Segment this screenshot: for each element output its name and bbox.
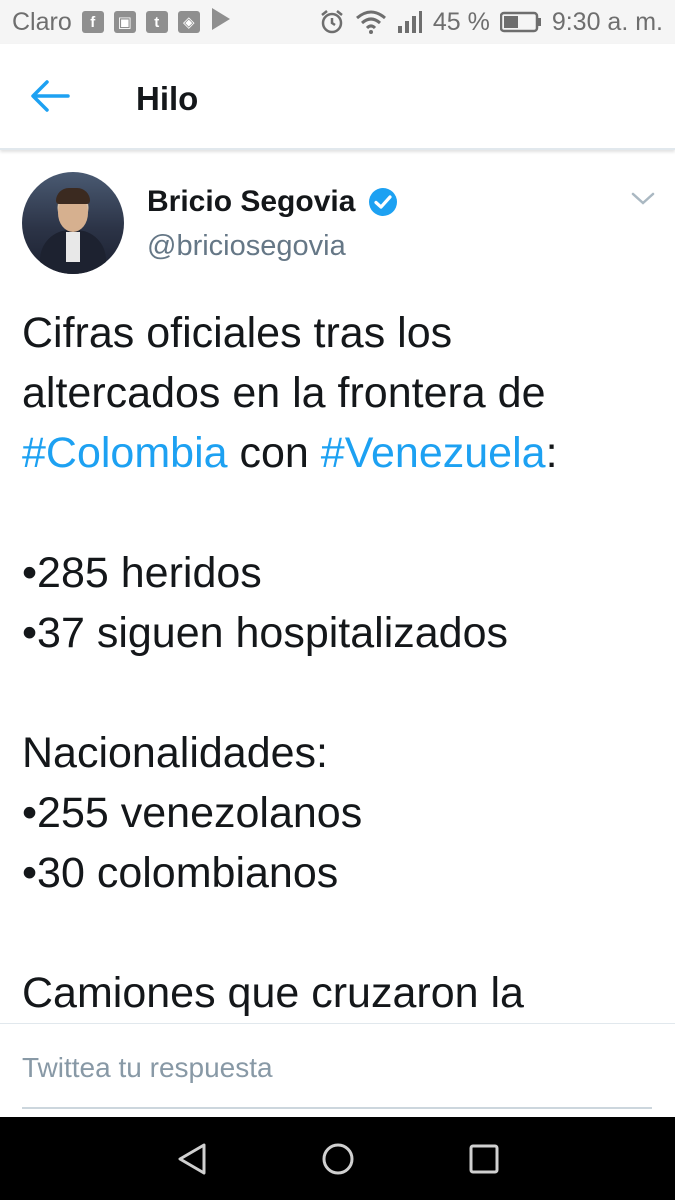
tweet-line: •285 heridos	[22, 549, 262, 597]
tweet-line: Cifras oficiales tras los	[22, 309, 453, 357]
tweet-line: •30 colombianos	[22, 849, 339, 897]
shield-icon: ◈	[177, 11, 200, 33]
carrier-label: Claro	[12, 7, 72, 36]
play-store-icon	[210, 7, 232, 38]
system-nav-bar	[0, 1117, 675, 1200]
battery-percent: 45 %	[432, 7, 490, 36]
wifi-icon	[355, 10, 387, 34]
verified-badge-icon	[368, 187, 398, 222]
status-bar: Claro f ▣ t ◈ 45 % 9:30 a. m.	[0, 0, 675, 44]
nav-back-icon[interactable]	[174, 1141, 210, 1177]
tweet-line: •255 venezolanos	[22, 789, 363, 837]
page-title: Hilo	[136, 80, 199, 117]
tweet-line: #Colombia con #Venezuela:	[22, 423, 662, 483]
author-handle[interactable]: @briciosegovia	[147, 230, 346, 263]
facebook-icon: f	[81, 11, 104, 33]
alarm-icon	[319, 9, 345, 35]
nav-recents-icon[interactable]	[466, 1141, 502, 1177]
reply-underline	[22, 1107, 652, 1109]
tweet-text: Cifras oficiales tras los altercados en …	[22, 303, 662, 1023]
tweet-line: Nacionalidades:	[22, 729, 328, 777]
tweet-line: •37 siguen hospitalizados	[22, 609, 508, 657]
author-name[interactable]: Bricio Segovia	[147, 185, 355, 219]
tweet-text-fragment: :	[545, 429, 558, 477]
clock: 9:30 a. m.	[551, 7, 663, 36]
gallery-icon: ▣	[113, 11, 136, 33]
reply-input[interactable]: Twittea tu respuesta	[22, 1052, 273, 1084]
hashtag-link[interactable]: #Colombia	[22, 429, 228, 477]
tweet-line: altercados en la frontera de	[22, 369, 546, 417]
signal-icon	[397, 10, 423, 34]
hashtag-link[interactable]: #Venezuela	[321, 429, 546, 477]
chevron-down-icon[interactable]	[630, 190, 656, 213]
reply-bar: Twittea tu respuesta	[0, 1023, 675, 1117]
tweet-line: Camiones que cruzaron la	[22, 969, 524, 1017]
tweet-text-fragment: con	[227, 429, 321, 477]
avatar[interactable]	[22, 172, 124, 274]
back-button[interactable]	[30, 78, 80, 118]
battery-icon	[499, 11, 542, 33]
back-arrow-icon	[30, 79, 70, 118]
app-header: Hilo	[0, 44, 675, 150]
twitter-icon: t	[145, 11, 168, 33]
nav-home-icon[interactable]	[320, 1141, 356, 1177]
